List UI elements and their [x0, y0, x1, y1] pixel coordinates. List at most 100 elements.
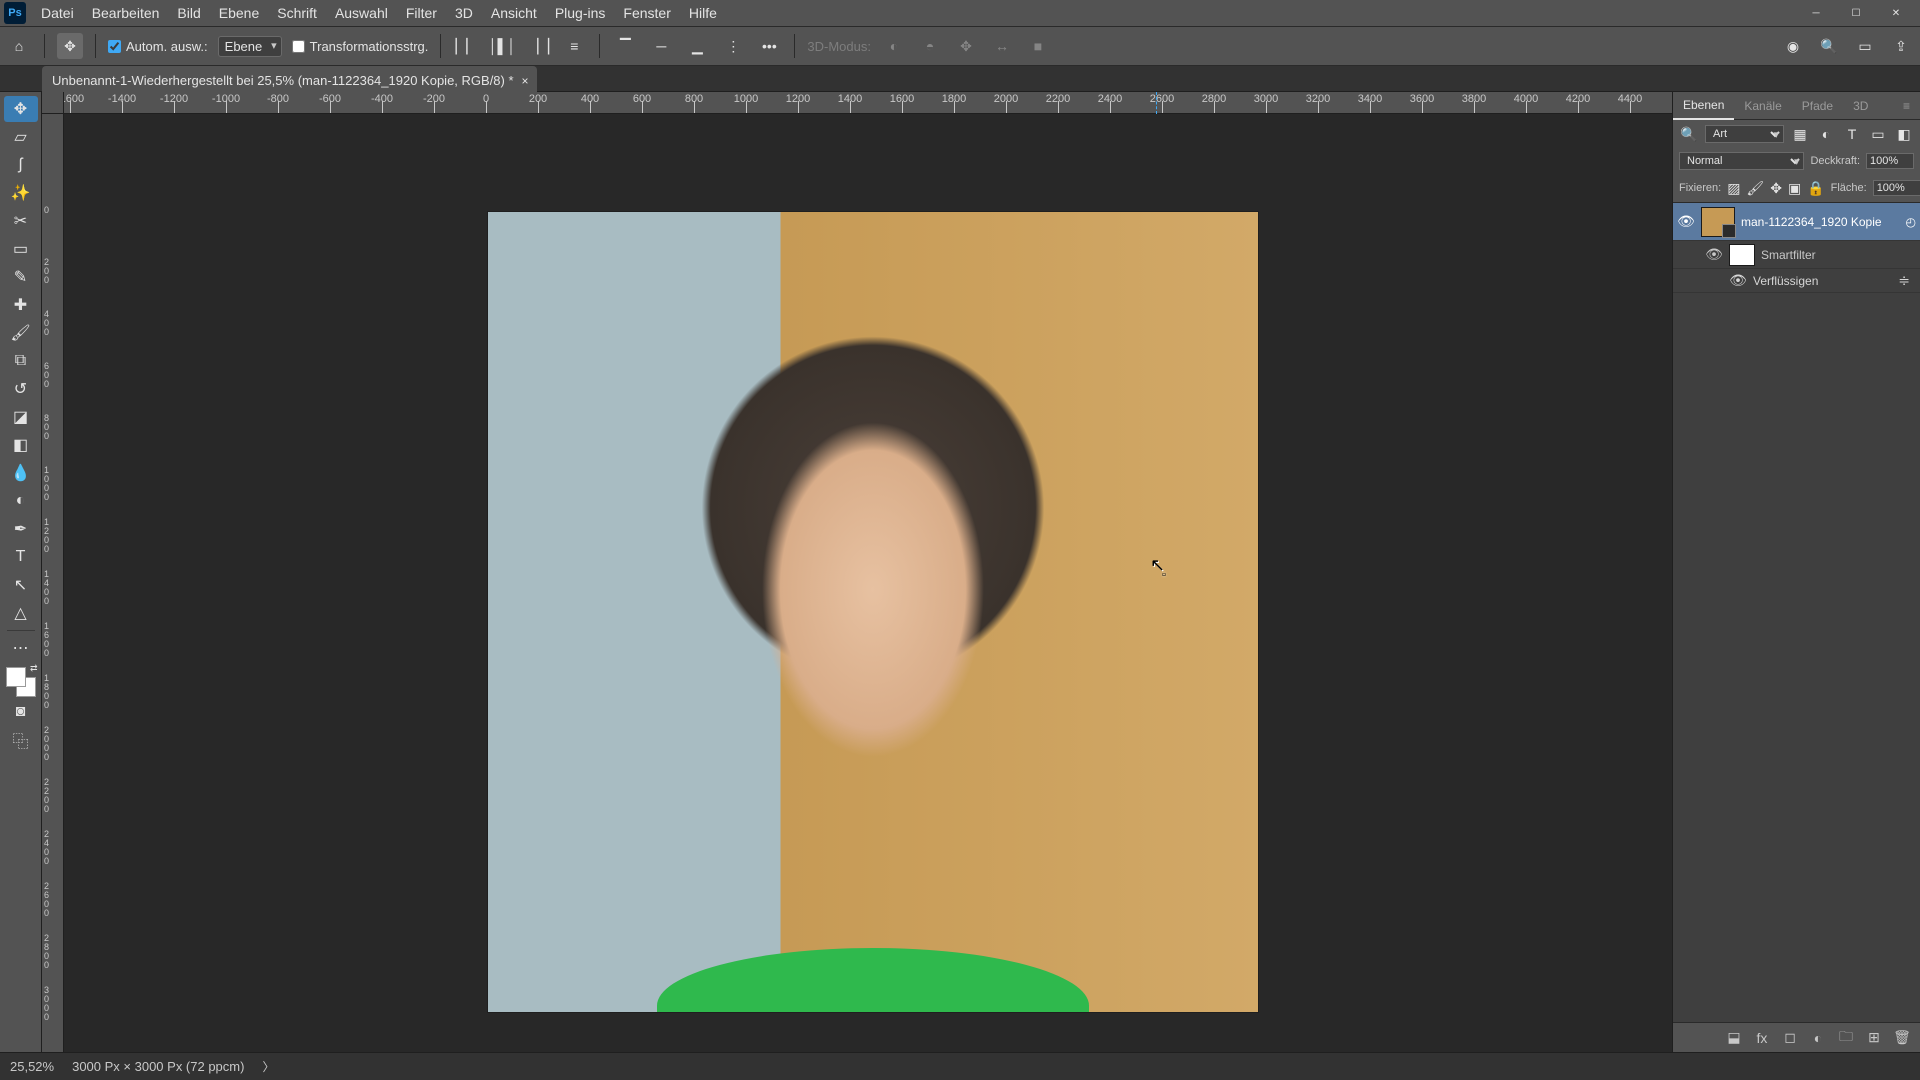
color-swatches[interactable]: ⇄ [6, 667, 36, 697]
layer-name-label[interactable]: man-1122364_1920 Kopie [1741, 215, 1900, 229]
panel-tab-ebenen[interactable]: Ebenen [1673, 92, 1734, 120]
share-icon[interactable]: ⇪ [1888, 33, 1914, 59]
auto-select-target-select[interactable]: Ebene [218, 36, 282, 57]
ruler-horizontal[interactable]: -1600-1400-1200-1000-800-600-400-2000200… [64, 92, 1672, 114]
tool-move[interactable]: ✥ [4, 96, 38, 122]
align-right-icon[interactable]: ▕▕ [525, 33, 551, 59]
opacity-input[interactable] [1866, 153, 1914, 169]
layer-group-icon[interactable]: 🗀 [1836, 1026, 1856, 1050]
lock-all-icon[interactable]: 🔒 [1807, 178, 1824, 198]
layer-filter-type-select[interactable]: Art [1705, 125, 1784, 143]
tool-eraser[interactable]: ◪ [4, 404, 38, 430]
document-tab-close-icon[interactable]: × [522, 74, 529, 88]
panel-tab-pfade[interactable]: Pfade [1792, 93, 1843, 119]
zoom-level-label[interactable]: 25,52% [10, 1059, 54, 1074]
menu-ebene[interactable]: Ebene [210, 1, 268, 25]
canvas-viewport[interactable]: ▫ [64, 114, 1672, 1052]
transform-controls-checkbox[interactable]: Transformationsstrg. [292, 39, 429, 54]
search-icon[interactable]: 🔍 [1816, 33, 1842, 59]
tool-crop[interactable]: ✂ [4, 208, 38, 234]
delete-layer-icon[interactable]: 🗑 [1892, 1029, 1912, 1046]
fill-input[interactable] [1873, 180, 1920, 196]
more-align-icon[interactable]: ••• [756, 33, 782, 59]
ruler-origin[interactable] [42, 92, 64, 114]
layers-list[interactable]: 👁 man-1122364_1920 Kopie ◴ 👁 Smartfilter… [1673, 203, 1920, 1022]
align-top-icon[interactable]: ▔ [612, 33, 638, 59]
swap-colors-icon[interactable]: ⇄ [30, 663, 38, 674]
layer-visibility-toggle[interactable]: 👁 [1677, 213, 1695, 230]
layer-thumbnail[interactable] [1701, 207, 1735, 237]
menu-hilfe[interactable]: Hilfe [680, 1, 726, 25]
filter-shape-icon[interactable]: ▭ [1868, 124, 1888, 144]
tool-eyedropper[interactable]: ✎ [4, 264, 38, 290]
menu-filter[interactable]: Filter [397, 1, 446, 25]
move-tool-icon[interactable]: ✥ [57, 33, 83, 59]
filter-smart-icon[interactable]: ◧ [1894, 124, 1914, 144]
filter-name-label[interactable]: Verflüssigen [1753, 274, 1892, 288]
smartfilter-row[interactable]: 👁 Smartfilter [1673, 241, 1920, 269]
filter-adjust-icon[interactable]: ◐ [1816, 124, 1836, 144]
tool-shape[interactable]: △ [4, 600, 38, 626]
menu-ansicht[interactable]: Ansicht [482, 1, 546, 25]
new-layer-icon[interactable]: ⊞ [1864, 1029, 1884, 1046]
distribute-h-icon[interactable]: ≡ [561, 33, 587, 59]
menu-3d[interactable]: 3D [446, 1, 482, 25]
lock-transparent-icon[interactable]: ▨ [1727, 178, 1740, 198]
document-info-label[interactable]: 3000 Px × 3000 Px (72 ppcm) [72, 1059, 244, 1074]
align-center-h-icon[interactable]: │▌│ [489, 33, 515, 59]
panel-tab-3d[interactable]: 3D [1843, 93, 1878, 119]
link-layers-icon[interactable]: ⬓ [1724, 1029, 1744, 1046]
tool-magic-wand[interactable]: ✨ [4, 180, 38, 206]
document-tab[interactable]: Unbenannt-1-Wiederhergestellt bei 25,5% … [42, 66, 537, 92]
lock-artboard-icon[interactable]: ▣ [1788, 178, 1801, 198]
tool-type[interactable]: T [4, 544, 38, 570]
align-left-icon[interactable]: ▏▏ [453, 33, 479, 59]
tool-quick-mask[interactable]: ◙ [4, 699, 38, 725]
search-icon[interactable]: 🔍 [1679, 124, 1699, 144]
align-center-v-icon[interactable]: ─ [648, 33, 674, 59]
filter-visibility-toggle[interactable]: 👁 [1729, 272, 1747, 289]
filter-pixel-icon[interactable]: ▦ [1790, 124, 1810, 144]
tool-lasso[interactable]: ʃ [4, 152, 38, 178]
panel-tab-kanaele[interactable]: Kanäle [1734, 93, 1791, 119]
filter-blend-options-icon[interactable]: ≑ [1898, 272, 1910, 289]
tool-brush[interactable]: 🖌 [4, 320, 38, 346]
filter-type-icon[interactable]: T [1842, 124, 1862, 144]
tool-healing[interactable]: ✚ [4, 292, 38, 318]
smartfilter-visibility-toggle[interactable]: 👁 [1705, 246, 1723, 263]
menu-bild[interactable]: Bild [168, 1, 209, 25]
document-info-menu-icon[interactable]: 〉 [262, 1058, 274, 1075]
window-minimize-button[interactable]: ─ [1796, 0, 1836, 26]
blend-mode-select[interactable]: Normal [1679, 152, 1804, 170]
auto-select-checkbox[interactable]: Autom. ausw.: [108, 39, 208, 54]
tool-edit-toolbar[interactable]: ⋯ [4, 635, 38, 661]
distribute-v-icon[interactable]: ⋮ [720, 33, 746, 59]
menu-datei[interactable]: Datei [32, 1, 83, 25]
lock-position-icon[interactable]: ✥ [1770, 178, 1782, 198]
window-close-button[interactable]: ✕ [1876, 0, 1916, 26]
window-maximize-button[interactable]: ☐ [1836, 0, 1876, 26]
tool-frame[interactable]: ▭ [4, 236, 38, 262]
foreground-color-swatch[interactable] [6, 667, 26, 687]
tool-dodge[interactable]: ◐ [4, 488, 38, 514]
document-canvas[interactable] [488, 212, 1258, 1012]
adjustment-layer-icon[interactable]: ◐ [1808, 1030, 1828, 1046]
layer-row[interactable]: 👁 man-1122364_1920 Kopie ◴ [1673, 203, 1920, 241]
tool-history-brush[interactable]: ↺ [4, 376, 38, 402]
menu-bearbeiten[interactable]: Bearbeiten [83, 1, 169, 25]
lock-pixels-icon[interactable]: 🖌 [1746, 178, 1764, 198]
menu-plugins[interactable]: Plug-ins [546, 1, 615, 25]
filter-entry-row[interactable]: 👁 Verflüssigen ≑ [1673, 269, 1920, 293]
layer-mask-icon[interactable]: ◻ [1780, 1029, 1800, 1046]
tool-screen-mode[interactable]: ⿻ [4, 727, 38, 753]
layer-fx-icon[interactable]: fx [1752, 1030, 1772, 1046]
tool-pen[interactable]: ✒ [4, 516, 38, 542]
workspace-switcher-icon[interactable]: ▭ [1852, 33, 1878, 59]
menu-auswahl[interactable]: Auswahl [326, 1, 397, 25]
home-icon[interactable]: ⌂ [6, 33, 32, 59]
tool-clone[interactable]: ⧉ [4, 348, 38, 374]
panel-menu-icon[interactable]: ≡ [1893, 93, 1920, 119]
tool-artboard[interactable]: ▱ [4, 124, 38, 150]
menu-fenster[interactable]: Fenster [614, 1, 679, 25]
align-bottom-icon[interactable]: ▁ [684, 33, 710, 59]
